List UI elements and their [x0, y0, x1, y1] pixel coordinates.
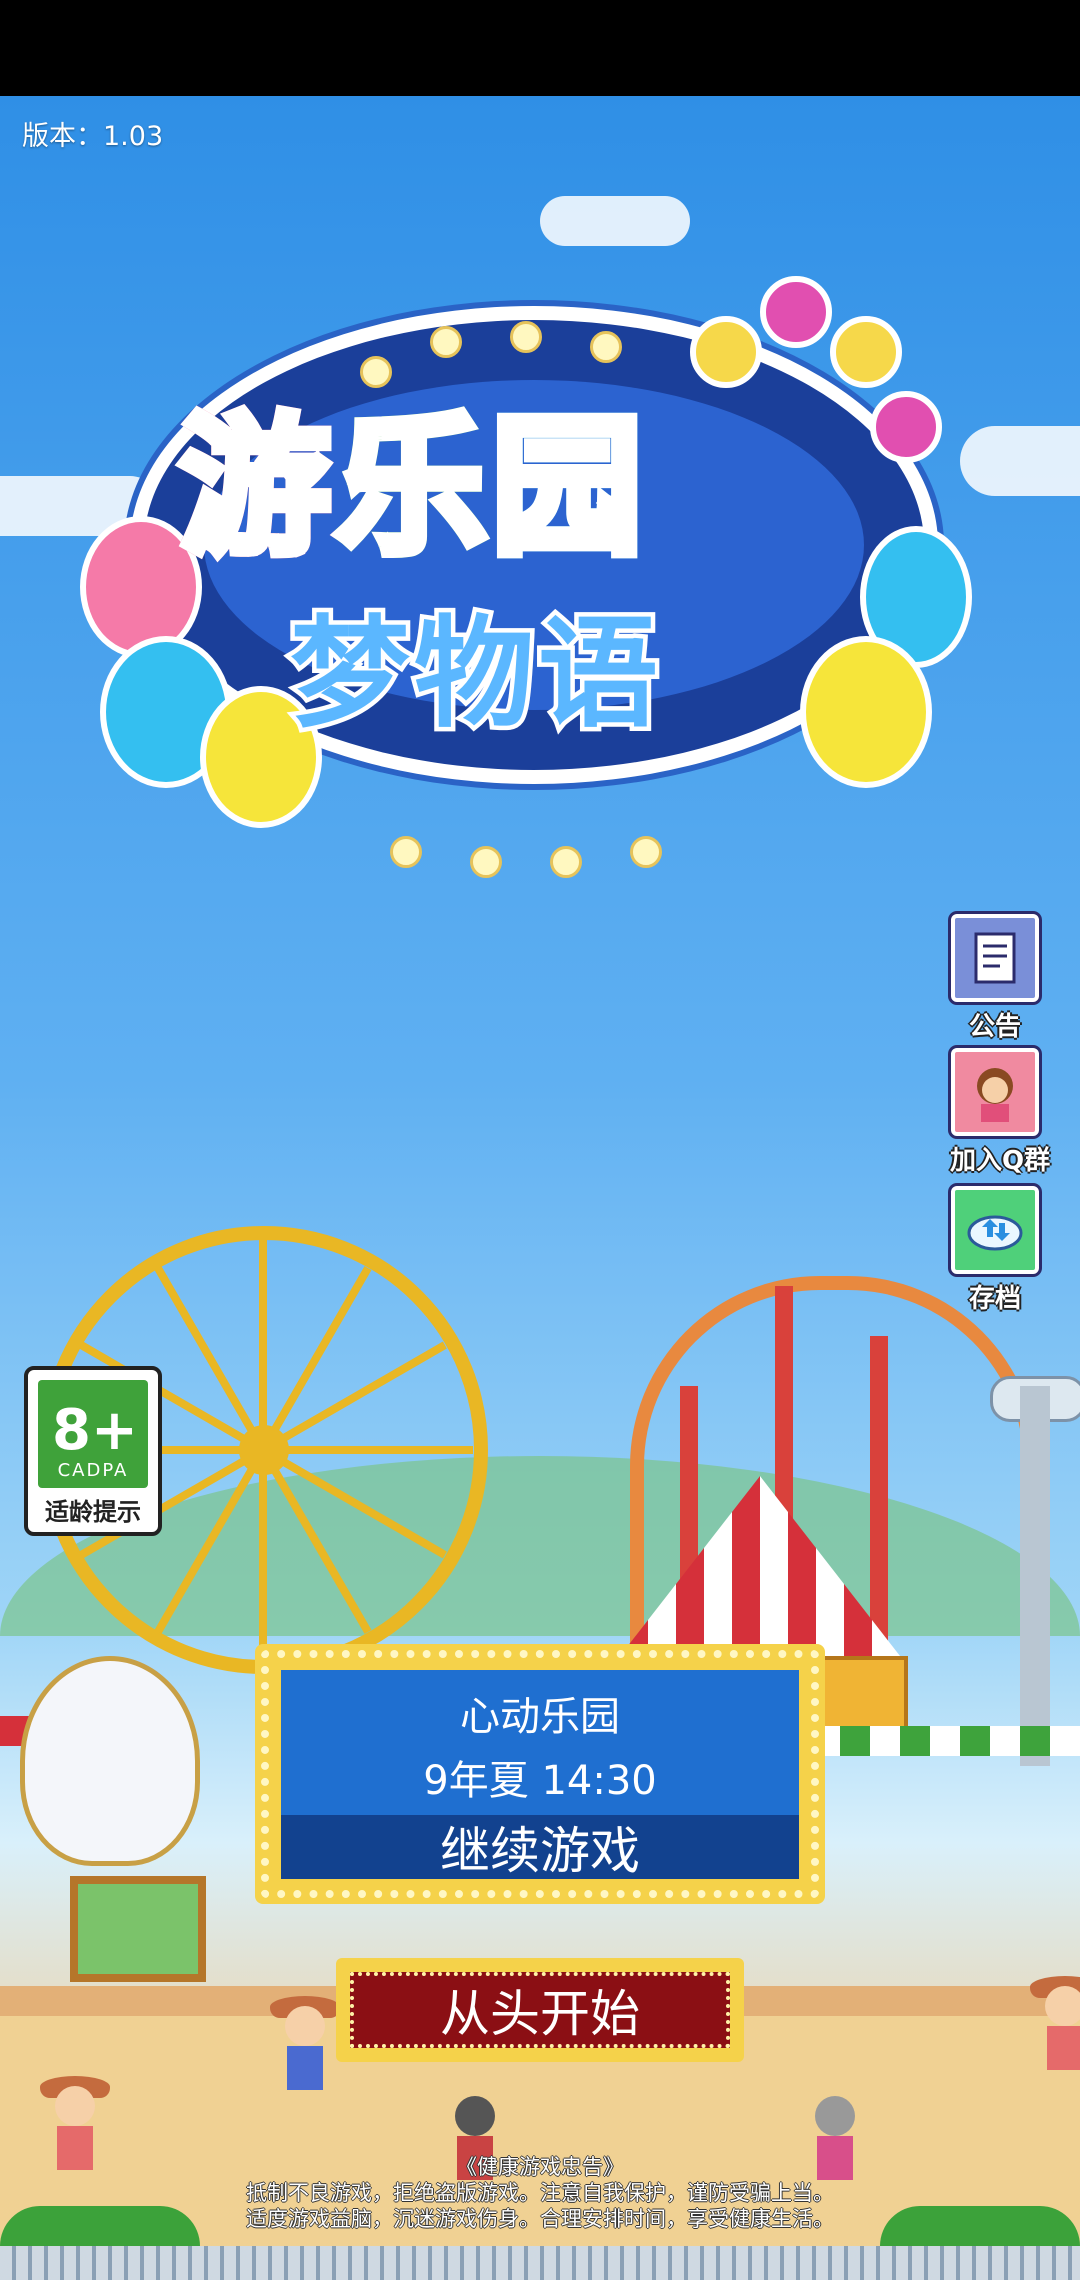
observation-tower: [1020, 1386, 1050, 1766]
notice-label: 公告: [968, 1012, 1021, 1042]
version-label: 版本：1.03: [22, 121, 164, 152]
character-icon: [951, 1048, 1039, 1136]
teacup-ride: [20, 1656, 200, 1866]
join-qq-group-label: 加入Q群: [950, 1146, 1051, 1176]
continue-game-button[interactable]: 继续游戏: [281, 1815, 799, 1880]
age-rating-org: CADPA: [57, 1460, 129, 1481]
game-logo: 游乐园 梦物语: [80, 206, 990, 878]
visitor-sprite: [1030, 1976, 1080, 2076]
game-time: 9年夏 14:30: [423, 1758, 657, 1804]
ferris-seat-icon: [830, 316, 902, 388]
logo-title-line2: 梦物语: [286, 601, 663, 749]
age-rating-number: 8+: [52, 1398, 138, 1463]
health-notice-title: 《健康游戏忠告》: [456, 2155, 624, 2179]
new-game-button[interactable]: 从头开始: [336, 1958, 744, 2062]
health-notice-line2: 适度游戏益脑，沉迷游戏伤身。合理安排时间，享受健康生活。: [246, 2207, 834, 2231]
status-bar: [0, 0, 1080, 96]
park-sign: [70, 1876, 206, 1982]
save-slot-info[interactable]: 心动乐园 9年夏 14:30: [281, 1670, 799, 1815]
title-screen: 版本：1.03 游乐园 梦物语 公告 加入Q群 存档 8+ CADPA 适龄提示…: [0, 96, 1080, 2280]
join-qq-group-button[interactable]: 加入Q群: [950, 1048, 1051, 1177]
age-rating-hint: 适龄提示: [45, 1498, 141, 1526]
notice-button[interactable]: 公告: [950, 914, 1040, 1043]
health-notice: 《健康游戏忠告》 抵制不良游戏，拒绝盗版游戏。注意自我保护，谨防受骗上当。 适度…: [0, 2154, 1080, 2232]
balloon-icon: [800, 636, 932, 788]
age-rating-badge[interactable]: 8+ CADPA 适龄提示: [24, 1366, 162, 1536]
fence: [0, 2246, 1080, 2280]
new-game-label: 从头开始: [440, 1985, 640, 2043]
ferris-seat-icon: [870, 391, 942, 463]
continue-game-label: 继续游戏: [440, 1822, 640, 1880]
visitor-sprite: [270, 1996, 340, 2096]
ferris-seat-icon: [690, 316, 762, 388]
logo-title-line1: 游乐园: [175, 396, 649, 580]
save-data-button[interactable]: 存档: [950, 1186, 1040, 1315]
save-slot-panel[interactable]: 心动乐园 9年夏 14:30 继续游戏: [255, 1644, 825, 1904]
shop-roof: [780, 1726, 1080, 1756]
cloud-save-icon: [951, 1186, 1039, 1274]
health-notice-line1: 抵制不良游戏，拒绝盗版游戏。注意自我保护，谨防受骗上当。: [246, 2181, 834, 2205]
save-data-label: 存档: [968, 1284, 1021, 1314]
ferris-seat-icon: [760, 276, 832, 348]
park-name: 心动乐园: [460, 1694, 620, 1740]
notice-icon: [951, 914, 1039, 1002]
